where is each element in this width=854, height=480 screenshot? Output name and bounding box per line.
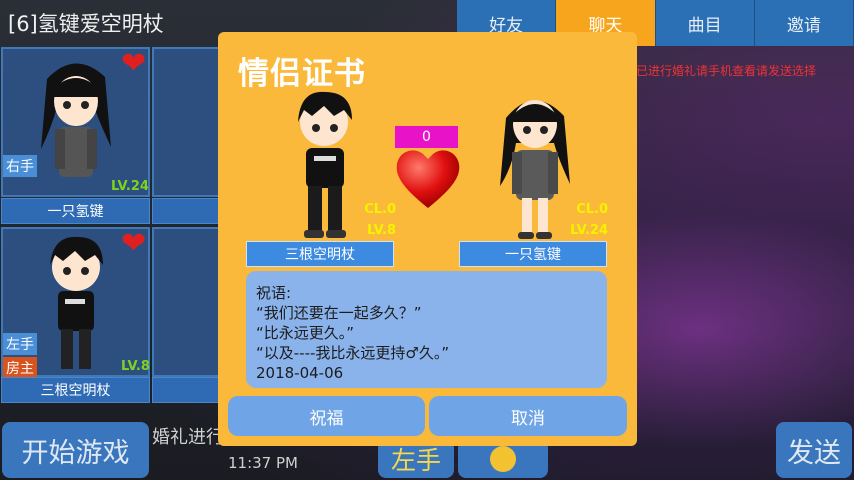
- blessing-line: 祝语:: [256, 284, 292, 302]
- player-slot-4[interactable]: [152, 227, 222, 377]
- wedding-status: 婚礼进行: [152, 427, 224, 448]
- emoji-icon: [490, 446, 516, 472]
- player-slot-1[interactable]: ❤ 右手 LV.24: [1, 47, 150, 197]
- right-lv: LV.24: [570, 223, 608, 238]
- couple-certificate-dialog: 情侣证书 CL.0 LV.8 三根空明杖 0 CL.0 LV.24 一只氢键 祝…: [218, 32, 637, 446]
- right-partner-avatar: [500, 100, 570, 239]
- hand-tag: 右手: [3, 155, 37, 177]
- player-slot-3[interactable]: [152, 47, 222, 197]
- host-tag: 房主: [3, 357, 37, 379]
- left-partner-name: 三根空明杖: [246, 241, 394, 267]
- clock: 11:37 PM: [228, 454, 298, 472]
- heart-icon: ❤: [121, 226, 147, 261]
- blessing-line: “比永远更久。”: [256, 324, 355, 342]
- room-title: [6]氢键爱空明杖: [8, 12, 164, 36]
- tab-songs[interactable]: 曲目: [655, 0, 755, 46]
- left-cl: CL.0: [364, 202, 396, 217]
- right-cl: CL.0: [576, 202, 608, 217]
- left-lv: LV.8: [367, 223, 396, 238]
- left-partner-avatar: [298, 91, 352, 238]
- player-name-empty: [152, 198, 222, 224]
- tab-invite[interactable]: 邀请: [754, 0, 854, 46]
- heart-icon: [396, 150, 460, 208]
- bless-button[interactable]: 祝福: [228, 396, 425, 436]
- blessing-line: “以及----我比永远更持♂久。”: [256, 344, 450, 362]
- start-game-button[interactable]: 开始游戏: [2, 422, 149, 478]
- hand-tag: 左手: [3, 333, 37, 355]
- player-name: 一只氢键: [1, 198, 150, 224]
- player-name: 三根空明杖: [1, 377, 150, 403]
- player-name-empty: [152, 377, 222, 403]
- blessing-line: 2018-04-06: [256, 364, 344, 382]
- heart-icon: ❤: [121, 46, 147, 81]
- send-button[interactable]: 发送: [776, 422, 852, 478]
- player-level: LV.8: [121, 359, 150, 374]
- cancel-button[interactable]: 取消: [429, 396, 627, 436]
- blessing-line: “我们还要在一起多久？”: [256, 304, 422, 322]
- right-partner-name: 一只氢键: [459, 241, 607, 267]
- chat-message: 已进行婚礼请手机查看请发送选择: [636, 64, 817, 78]
- blessing-textbox[interactable]: 祝语: “我们还要在一起多久？” “比永远更久。” “以及----我比永远更持♂…: [246, 271, 607, 388]
- player-slot-2[interactable]: ❤ 左手 房主 LV.8: [1, 226, 150, 379]
- player-level: LV.24: [111, 179, 149, 194]
- dialog-title: 情侣证书: [238, 56, 366, 92]
